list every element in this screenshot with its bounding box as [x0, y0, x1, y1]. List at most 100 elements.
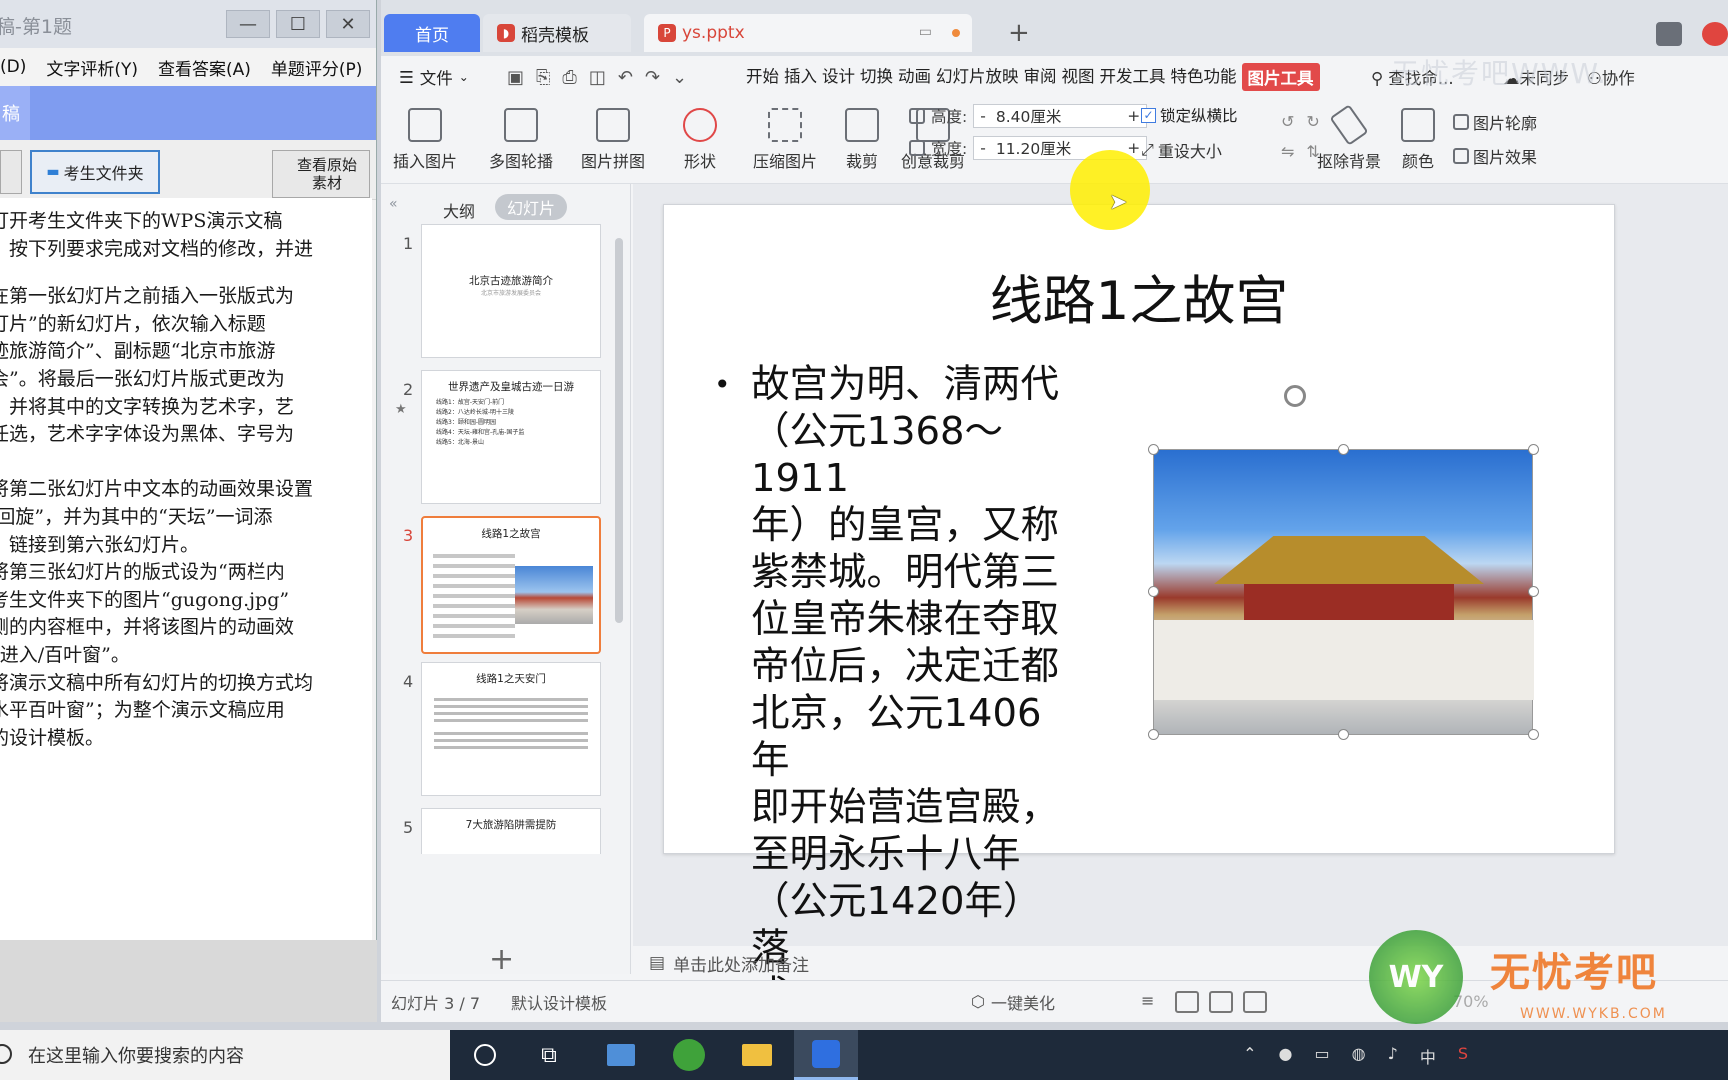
lock-ratio-checkbox[interactable]: ✓ 锁定纵横比	[1141, 104, 1238, 126]
wy-app-icon[interactable]	[672, 1038, 706, 1072]
resize-handle[interactable]	[1148, 586, 1159, 597]
menu-transition[interactable]: 切换	[860, 63, 893, 91]
normal-view-icon[interactable]	[1175, 990, 1199, 1013]
exam-menu-d[interactable]: (D)	[0, 57, 26, 77]
picture-collage-button[interactable]: 图片拼图	[581, 108, 645, 172]
collapse-panel-icon[interactable]: «	[389, 196, 398, 212]
rotate-left-icon[interactable]: ↺	[1281, 112, 1294, 131]
notes-view-icon[interactable]: ≡	[1141, 991, 1165, 1013]
student-folder-button[interactable]: ▬ 考生文件夹	[30, 150, 160, 194]
menu-design[interactable]: 设计	[822, 63, 855, 91]
redo-icon[interactable]: ↷	[645, 67, 660, 88]
height-input[interactable]: - 8.40厘米 +	[973, 104, 1148, 128]
menu-slideshow[interactable]: 幻灯片放映	[936, 63, 1019, 91]
tab-slides[interactable]: 幻灯片	[495, 194, 567, 220]
task-view-icon[interactable]: ⧉	[532, 1038, 566, 1072]
menu-developer[interactable]: 开发工具	[1100, 63, 1166, 91]
picture-effect-button[interactable]: 图片效果	[1453, 144, 1537, 168]
thumbnail-1[interactable]: 1 北京古迹旅游简介 北京市旅游发展委员会	[381, 224, 621, 358]
minimize-icon[interactable]: —	[226, 10, 270, 38]
thumbnail-2[interactable]: 2 ★ 世界遗产及皇城古迹一日游 线路1：故宫-天安门-前门 线路2：八达岭长城…	[381, 370, 621, 504]
thumbnail-3[interactable]: 3 线路1之故宫	[381, 516, 621, 654]
exam-menu-answer[interactable]: 查看答案(A)	[158, 55, 251, 80]
volume-icon[interactable]: ♪	[1388, 1044, 1398, 1068]
menu-start[interactable]: 开始	[746, 63, 779, 91]
view-original-button[interactable]: 查看原始素材	[272, 150, 370, 198]
monitor-icon[interactable]: ▭	[919, 24, 932, 40]
print-icon[interactable]: ⎙	[562, 67, 576, 88]
tab-document[interactable]: P ys.pptx ▭	[644, 14, 972, 52]
thumbnail-scrollbar[interactable]	[615, 238, 623, 623]
quick-access-toolbar: ▣ ⎘ ⎙ ◫ ↶ ↷ ⌄	[507, 67, 687, 88]
battery-icon[interactable]: ▭	[1315, 1044, 1330, 1068]
undo-icon[interactable]: ↶	[618, 67, 633, 88]
hamburger-icon: ☰	[399, 67, 414, 87]
resize-handle[interactable]	[1528, 729, 1539, 740]
checkmark-icon: ✓	[1141, 107, 1156, 123]
wps-taskbar-icon[interactable]	[794, 1030, 858, 1080]
format-painter-icon[interactable]: ⎘	[536, 67, 550, 88]
multi-carousel-button[interactable]: 多图轮播	[489, 108, 553, 172]
resize-handle[interactable]	[1338, 444, 1349, 455]
remove-background-button[interactable]: 抠除背景	[1317, 104, 1381, 172]
more-chevron-icon[interactable]: ⌄	[672, 67, 687, 88]
resize-handle[interactable]	[1338, 729, 1349, 740]
beautify-button[interactable]: ⬡ 一键美化	[971, 990, 1055, 1014]
menu-view[interactable]: 视图	[1062, 63, 1095, 91]
menu-picture-tools[interactable]: 图片工具	[1241, 63, 1320, 91]
picture-outline-button[interactable]: 图片轮廓	[1453, 110, 1537, 134]
insert-picture-button[interactable]: 插入图片	[393, 108, 457, 172]
flip-horizontal-icon[interactable]: ⇋	[1281, 142, 1294, 161]
rotate-handle-icon[interactable]	[1284, 385, 1306, 407]
resize-handle[interactable]	[1148, 444, 1159, 455]
slide-body-text[interactable]: • 故宫为明、清两代 （公元1368～1911 年）的皇宫，又称 紫禁城。明代第…	[714, 361, 1074, 1019]
gugong-picture[interactable]	[1153, 449, 1534, 735]
template-name[interactable]: 默认设计模板	[511, 990, 607, 1014]
resize-handle[interactable]	[1148, 729, 1159, 740]
tab-home-label: 首页	[415, 25, 449, 46]
menu-features[interactable]: 特色功能	[1171, 63, 1237, 91]
exam-menu-score[interactable]: 单题评分(P)	[271, 55, 363, 80]
globe-icon[interactable]: ◍	[1352, 1044, 1366, 1068]
height-increment[interactable]: +	[1127, 107, 1140, 125]
student-folder-label: 考生文件夹	[63, 164, 144, 183]
save-icon[interactable]: ▣	[507, 67, 524, 88]
workspace-icon[interactable]	[1656, 22, 1682, 46]
maximize-icon[interactable]: ☐	[276, 10, 320, 38]
resize-handle[interactable]	[1528, 444, 1539, 455]
reading-view-icon[interactable]	[1243, 990, 1267, 1013]
slide-title[interactable]: 线路1之故宫	[664, 259, 1614, 335]
close-icon[interactable]: ✕	[326, 10, 370, 38]
thumbnail-4[interactable]: 4 线路1之天安门	[381, 662, 621, 796]
shape-button[interactable]: 形状	[683, 108, 717, 172]
new-tab-icon[interactable]: +	[1008, 18, 1030, 48]
color-button[interactable]: 颜色	[1401, 108, 1435, 172]
crop-button[interactable]: 裁剪	[845, 108, 879, 172]
add-slide-icon[interactable]: +	[489, 942, 514, 977]
cortana-icon[interactable]	[468, 1038, 502, 1072]
thumbnail-5[interactable]: 5 7大旅游陷阱需提防	[381, 808, 621, 854]
resize-handle[interactable]	[1528, 586, 1539, 597]
menu-animation[interactable]: 动画	[898, 63, 931, 91]
file-menu[interactable]: ☰ 文件 ⌄	[399, 65, 469, 89]
wps-tray-icon[interactable]: S	[1458, 1044, 1468, 1068]
file-explorer-icon[interactable]	[740, 1038, 774, 1072]
compress-picture-button[interactable]: 压缩图片	[753, 108, 817, 172]
ime-indicator[interactable]: 中	[1420, 1044, 1436, 1068]
tab-outline[interactable]: 大纲	[443, 198, 475, 222]
tab-home[interactable]: 首页	[384, 14, 480, 52]
exam-menu-review[interactable]: 文字评析(Y)	[46, 55, 138, 80]
chevron-up-icon[interactable]: ⌃	[1243, 1044, 1256, 1068]
current-slide[interactable]: 线路1之故宫 • 故宫为明、清两代 （公元1368～1911 年）的皇宫，又称 …	[663, 204, 1615, 1018]
taskbar-search[interactable]: 在这里输入你要搜索的内容	[0, 1030, 450, 1080]
print-preview-icon[interactable]: ◫	[589, 67, 606, 88]
account-icon[interactable]	[1702, 22, 1728, 46]
reset-size-button[interactable]: ⤢ 重设大小	[1141, 138, 1222, 162]
tab-template[interactable]: ◗ 稻壳模板	[483, 14, 631, 52]
menu-insert[interactable]: 插入	[784, 63, 817, 91]
menu-review[interactable]: 审阅	[1024, 63, 1057, 91]
app-icon-blue[interactable]	[604, 1038, 638, 1072]
sorter-view-icon[interactable]	[1209, 990, 1233, 1013]
microphone-icon[interactable]: ●	[1279, 1044, 1293, 1068]
partial-button[interactable]	[0, 150, 22, 194]
